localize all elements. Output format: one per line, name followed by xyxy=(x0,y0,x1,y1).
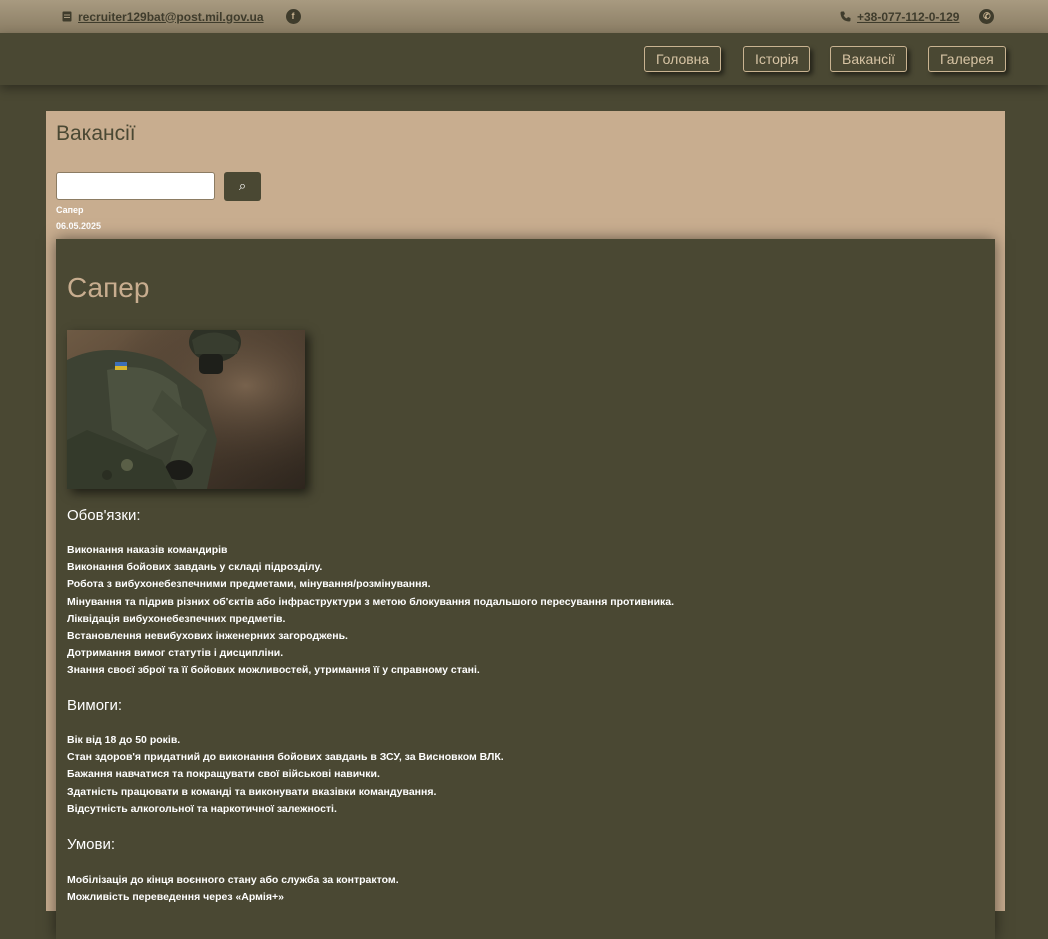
nav-history[interactable]: Історія xyxy=(743,46,811,72)
conditions-list: Мобілізація до кінця воєнного стану або … xyxy=(67,872,399,906)
list-item: Дотримання вимог статутів і дисципліни. xyxy=(67,647,284,660)
duties-list: Виконання наказів командирів Виконання б… xyxy=(67,542,674,680)
top-contact-bar: recruiter129bat@post.mil.gov.ua f +38-07… xyxy=(0,0,1048,33)
email-link[interactable]: recruiter129bat@post.mil.gov.ua xyxy=(78,10,264,24)
list-item: Бажання навчатися та покращувати свої ві… xyxy=(67,768,380,781)
list-item: Мінування та підрив різних об'єктів або … xyxy=(67,595,675,608)
list-item: Відсутність алкогольної та наркотичної з… xyxy=(67,802,337,815)
requirements-heading: Вимоги: xyxy=(67,697,123,714)
duties-heading: Обов'язки: xyxy=(67,507,141,524)
list-item: Робота з вибухонебезпечними предметами, … xyxy=(67,578,431,591)
page-title: Вакансії xyxy=(56,122,136,145)
list-item: Ліквідація вибухонебезпечних предметів. xyxy=(67,612,286,625)
facebook-icon[interactable]: f xyxy=(285,9,301,24)
list-item: Виконання бойових завдань у складі підро… xyxy=(67,561,323,574)
main-navigation: Головна Історія Вакансії Галерея xyxy=(0,33,1048,85)
list-item: Знання своєї зброї та її бойових можливо… xyxy=(67,664,480,677)
phone-link[interactable]: +38-077-112-0-129 xyxy=(857,10,959,24)
nav-vacancies[interactable]: Вакансії xyxy=(830,46,908,72)
search-button[interactable]: ⌕ xyxy=(224,172,261,201)
search-input[interactable] xyxy=(56,172,215,200)
email-contact: recruiter129bat@post.mil.gov.ua f xyxy=(62,9,301,24)
list-item: Мобілізація до кінця воєнного стану або … xyxy=(67,874,399,886)
phone-icon xyxy=(840,11,851,22)
list-item: Здатність працювати в команді та виконув… xyxy=(67,785,437,798)
list-item: Стан здоров'я придатний до виконання бой… xyxy=(67,751,504,764)
whatsapp-icon[interactable]: ✆ xyxy=(979,9,995,24)
vacancy-link[interactable]: Сапер xyxy=(56,205,84,215)
vacancy-date: 06.05.2025 xyxy=(56,221,102,231)
list-item: Вік від 18 до 50 років. xyxy=(67,734,181,746)
list-item: Виконання наказів командирів xyxy=(67,544,228,556)
requirements-list: Вік від 18 до 50 років. Стан здоров'я пр… xyxy=(67,732,504,818)
conditions-heading: Умови: xyxy=(67,836,116,853)
vacancy-article: Сапер Обов'язки: Виконання наказів коман… xyxy=(56,239,995,939)
nav-gallery[interactable]: Галерея xyxy=(928,46,1006,72)
search-icon: ⌕ xyxy=(238,178,247,193)
sapper-photo xyxy=(67,330,305,489)
nav-home[interactable]: Головна xyxy=(644,46,722,72)
list-item: Встановлення невибухових інженерних заго… xyxy=(67,630,348,643)
article-title: Сапер xyxy=(67,272,150,303)
phone-contact: +38-077-112-0-129 ✆ xyxy=(840,9,995,24)
mail-icon xyxy=(62,11,72,22)
